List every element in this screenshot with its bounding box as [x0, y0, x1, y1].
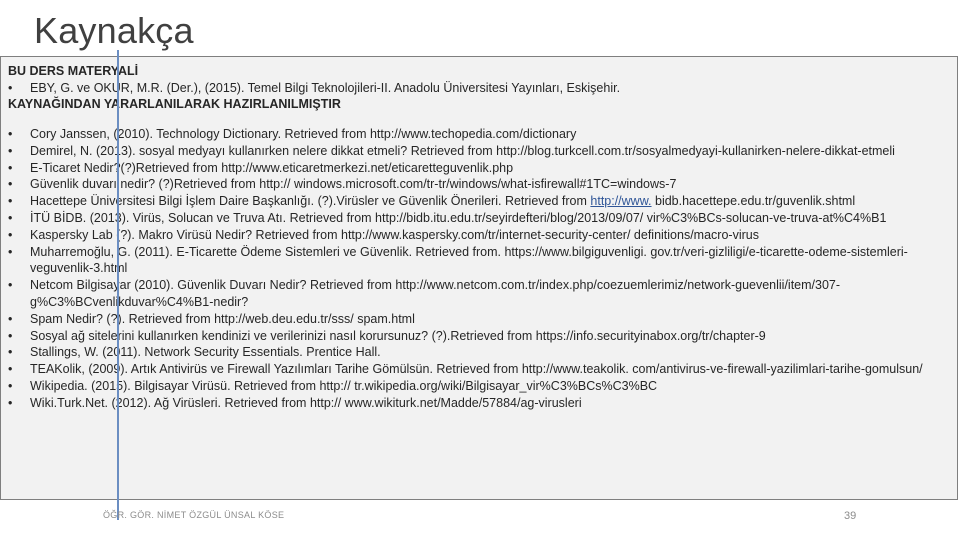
reference-item: • Cory Janssen, (2010). Technology Dictio…: [8, 126, 943, 143]
slide: Kaynakça BU DERS MATERYALİ • EBY, G. ve O…: [0, 0, 960, 540]
bullet-marker: •: [8, 345, 13, 360]
reference-text-after: bidb.hacettepe.edu.tr/guvenlik.shtml: [651, 194, 856, 209]
reference-text: Sosyal ağ sitelerini kullanırken kendini…: [30, 328, 766, 343]
reference-item: • Spam Nedir? (?). Retrieved from http://…: [8, 311, 943, 328]
reference-item: • Hacettepe Üniversitesi Bilgi İşlem Dair…: [8, 193, 943, 210]
bullet-marker: •: [8, 328, 13, 343]
bullet-marker: •: [8, 395, 13, 410]
reference-text: Stallings, W. (2011). Network Security E…: [30, 345, 381, 360]
bullet-marker: •: [8, 362, 13, 377]
reference-text: Demirel, N. (2013). sosyal medyayı kulla…: [30, 143, 895, 158]
reference-item: • TEAKolik, (2009). Artık Antivirüs ve Fi…: [8, 361, 943, 378]
reference-text: Muharremoğlu, G. (2011). E-Ticarette Öde…: [30, 244, 908, 276]
reference-text: TEAKolik, (2009). Artık Antivirüs ve Fir…: [30, 362, 923, 377]
intro-bullet: • EBY, G. ve OKUR, M.R. (Der.), (2015). T…: [8, 80, 948, 97]
reference-item: • Stallings, W. (2011). Network Security …: [8, 344, 943, 361]
bullet-marker: •: [8, 194, 13, 209]
reference-text: E-Ticaret Nedir?(?)Retrieved from http:/…: [30, 160, 514, 175]
slide-content: BU DERS MATERYALİ • EBY, G. ve OKUR, M.R.…: [8, 63, 948, 410]
bullet-marker: •: [8, 143, 13, 158]
bullet-marker: •: [8, 210, 13, 225]
reference-item: • Kaspersky Lab (?). Makro Virüsü Nedir? …: [8, 227, 943, 244]
reference-text: İTÜ BİDB. (2013). Virüs, Solucan ve Truv…: [30, 210, 887, 225]
intro-heading: BU DERS MATERYALİ: [8, 64, 139, 78]
reference-text: Wikipedia. (2015). Bilgisayar Virüsü. Re…: [30, 378, 658, 393]
slide-title: Kaynakça: [34, 10, 194, 51]
reference-text: Kaspersky Lab (?). Makro Virüsü Nedir? R…: [30, 227, 759, 242]
reference-item: • Wiki.Turk.Net. (2012). Ağ Virüsleri. Re…: [8, 395, 943, 412]
reference-text: Spam Nedir? (?). Retrieved from http://w…: [30, 311, 415, 326]
reference-link[interactable]: http://www.: [590, 194, 651, 208]
bullet-marker: •: [8, 244, 13, 259]
reference-item: • Sosyal ağ sitelerini kullanırken kendin…: [8, 328, 943, 345]
reference-text: Wiki.Turk.Net. (2012). Ağ Virüsleri. Ret…: [30, 395, 582, 410]
intro-subheading: KAYNAĞINDAN YARARLANILARAK HAZIRLANILMIŞ…: [8, 97, 341, 111]
bullet-marker: •: [8, 311, 13, 326]
bullet-marker: •: [8, 177, 13, 192]
bullet-marker: •: [8, 278, 13, 293]
reference-text: Güvenlik duvarı nedir? (?)Retrieved from…: [30, 177, 677, 192]
bullet-marker: •: [8, 160, 13, 175]
reference-text: Cory Janssen, (2010). Technology Diction…: [30, 127, 577, 141]
reference-item: • E-Ticaret Nedir?(?)Retrieved from http:…: [8, 160, 943, 177]
reference-item: • Muharremoğlu, G. (2011). E-Ticarette Öd…: [8, 244, 943, 278]
reference-text: Hacettepe Üniversitesi Bilgi İşlem Daire…: [30, 194, 591, 209]
reference-item: • Güvenlik duvarı nedir? (?)Retrieved fro…: [8, 176, 943, 193]
bullet-marker: •: [8, 227, 13, 242]
reference-item: • Netcom Bilgisayar (2010). Güvenlik Duva…: [8, 277, 943, 311]
reference-text: Netcom Bilgisayar (2010). Güvenlik Duvar…: [30, 278, 841, 309]
vertical-guide-line: [117, 50, 119, 520]
bullet-marker: •: [8, 378, 13, 393]
page-number: 39: [844, 510, 857, 522]
bullet-marker: •: [8, 127, 13, 141]
reference-list: • Cory Janssen, (2010). Technology Dictio…: [8, 126, 943, 412]
bullet-marker: •: [8, 80, 13, 95]
reference-item: • İTÜ BİDB. (2013). Virüs, Solucan ve Tru…: [8, 210, 943, 227]
reference-item: • Wikipedia. (2015). Bilgisayar Virüsü. R…: [8, 378, 943, 395]
footer-author: ÖĞR. GÖR. NİMET ÖZGÜL ÜNSAL KÖSE: [103, 510, 285, 520]
reference-item: • Demirel, N. (2013). sosyal medyayı kull…: [8, 143, 943, 160]
